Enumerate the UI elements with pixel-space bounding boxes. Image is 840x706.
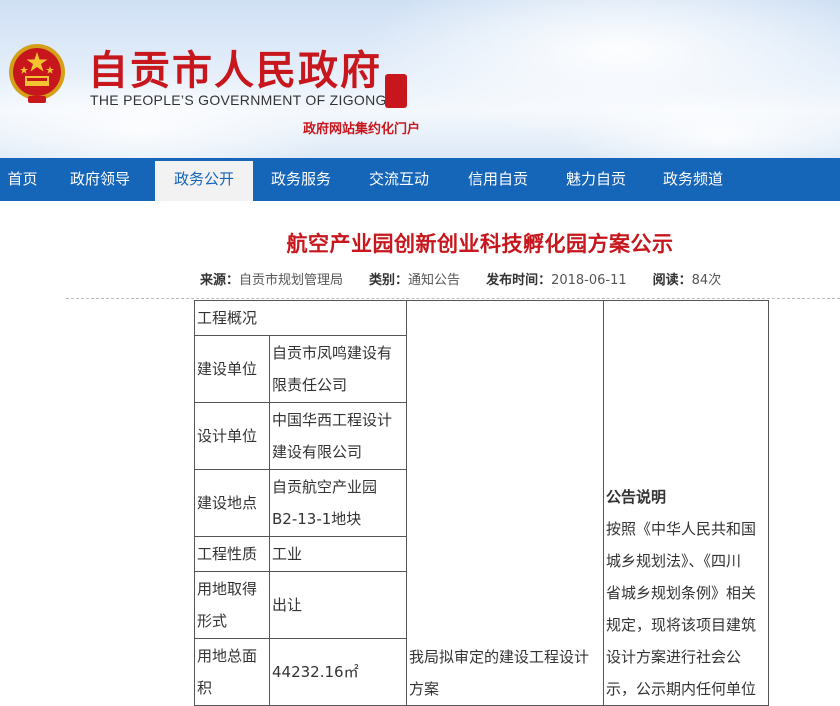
project-table-container: 工程概况 我局拟审定的建设工程设计 方案 公告说明 按照《中华人民共和国 城乡规… — [194, 300, 769, 706]
nav-item-gov-services[interactable]: 政务服务 — [253, 158, 349, 201]
table-cell-label: 设计单位 — [194, 402, 270, 470]
meta-source-label: 来源： — [200, 273, 240, 288]
notice-line: 按照《中华人民共和国 — [606, 520, 757, 538]
label-line: 用地取得 — [197, 580, 258, 598]
table-cell-plan: 我局拟审定的建设工程设计 方案 — [406, 300, 604, 706]
nav-item-home[interactable]: 首页 — [0, 158, 45, 201]
nav-item-gov-affairs-open[interactable]: 政务公开 — [155, 158, 253, 201]
table-row: 工程概况 我局拟审定的建设工程设计 方案 公告说明 按照《中华人民共和国 城乡规… — [194, 300, 769, 706]
site-header: 自贡市人民政府 THE PEOPLE’S GOVERNMENT OF ZIGON… — [0, 0, 840, 158]
value-line: 限责任公司 — [272, 376, 348, 394]
meta-views: 84次 — [691, 273, 722, 288]
label-line: 用地总面 — [197, 647, 258, 665]
table-cell-label: 建设单位 — [194, 335, 270, 403]
value-line: 自贡市凤鸣建设有 — [272, 344, 393, 362]
notice-line: 示，公示期内任何单位 — [606, 680, 757, 698]
nav-item-interaction[interactable]: 交流互动 — [349, 158, 449, 201]
value-line: 中国华西工程设计 — [272, 411, 393, 429]
divider — [66, 298, 840, 299]
nav-item-charm[interactable]: 魅力自贡 — [547, 158, 645, 201]
nav-item-credit[interactable]: 信用自贡 — [449, 158, 547, 201]
meta-date-label: 发布时间： — [486, 273, 552, 288]
nav-item-leaders[interactable]: 政府领导 — [45, 158, 155, 201]
site-title-english: THE PEOPLE’S GOVERNMENT OF ZIGONG — [90, 92, 387, 108]
plan-text-line: 我局拟审定的建设工程设计 — [409, 648, 590, 666]
meta-source: 自贡市规划管理局 — [239, 273, 344, 288]
table-cell-value: 自贡航空产业园 B2-13-1地块 — [269, 469, 407, 537]
site-subtitle: 政府网站集约化门户 — [303, 122, 421, 137]
table-cell-notice: 公告说明 按照《中华人民共和国 城乡规划法》、《四川 省城乡规划条例》相关 规定… — [603, 300, 769, 706]
notice-line: 城乡规划法》、《四川 — [606, 552, 742, 570]
main-nav: 首页 政府领导 政务公开 政务服务 交流互动 信用自贡 魅力自贡 政务频道 — [0, 158, 840, 201]
table-cell-value: 自贡市凤鸣建设有 限责任公司 — [269, 335, 407, 403]
site-title: 自贡市人民政府 — [88, 47, 382, 94]
article-meta: 来源：自贡市规划管理局 类别：通知公告 发布时间：2018-06-11 阅读：84次 — [200, 269, 721, 288]
table-cell-value: 工业 — [269, 536, 407, 572]
value-line: B2-13-1地块 — [272, 510, 362, 528]
meta-category: 通知公告 — [408, 273, 461, 288]
nav-item-channels[interactable]: 政务频道 — [645, 158, 741, 201]
table-cell-value: 中国华西工程设计 建设有限公司 — [269, 402, 407, 470]
table-cell-label: 用地总面 积 — [194, 638, 270, 706]
national-emblem-icon — [9, 44, 65, 103]
project-info-table: 工程概况 我局拟审定的建设工程设计 方案 公告说明 按照《中华人民共和国 城乡规… — [194, 300, 769, 706]
meta-views-label: 阅读： — [652, 273, 692, 288]
label-line: 形式 — [197, 612, 228, 630]
meta-date: 2018-06-11 — [551, 273, 627, 288]
table-cell-value: 44232.16㎡ — [269, 638, 407, 706]
table-cell-label: 建设地点 — [194, 469, 270, 537]
label-line: 积 — [197, 679, 213, 697]
value-line: 自贡航空产业园 — [272, 478, 378, 496]
notice-line: 规定，现将该项目建筑 — [606, 616, 757, 634]
value-line: 建设有限公司 — [272, 443, 363, 461]
plan-text-line: 方案 — [409, 680, 440, 698]
table-cell-label: 工程性质 — [194, 536, 270, 572]
article-title: 航空产业园创新创业科技孵化园方案公示 — [286, 232, 674, 256]
table-cell-value: 出让 — [269, 571, 407, 639]
notice-line: 设计方案进行社会公 — [606, 648, 742, 666]
seal-stamp — [385, 74, 407, 108]
table-cell-label: 用地取得 形式 — [194, 571, 270, 639]
notice-heading: 公告说明 — [606, 488, 667, 506]
table-cell-overview: 工程概况 — [194, 300, 407, 336]
notice-line: 省城乡规划条例》相关 — [606, 584, 757, 602]
meta-category-label: 类别： — [369, 273, 409, 288]
